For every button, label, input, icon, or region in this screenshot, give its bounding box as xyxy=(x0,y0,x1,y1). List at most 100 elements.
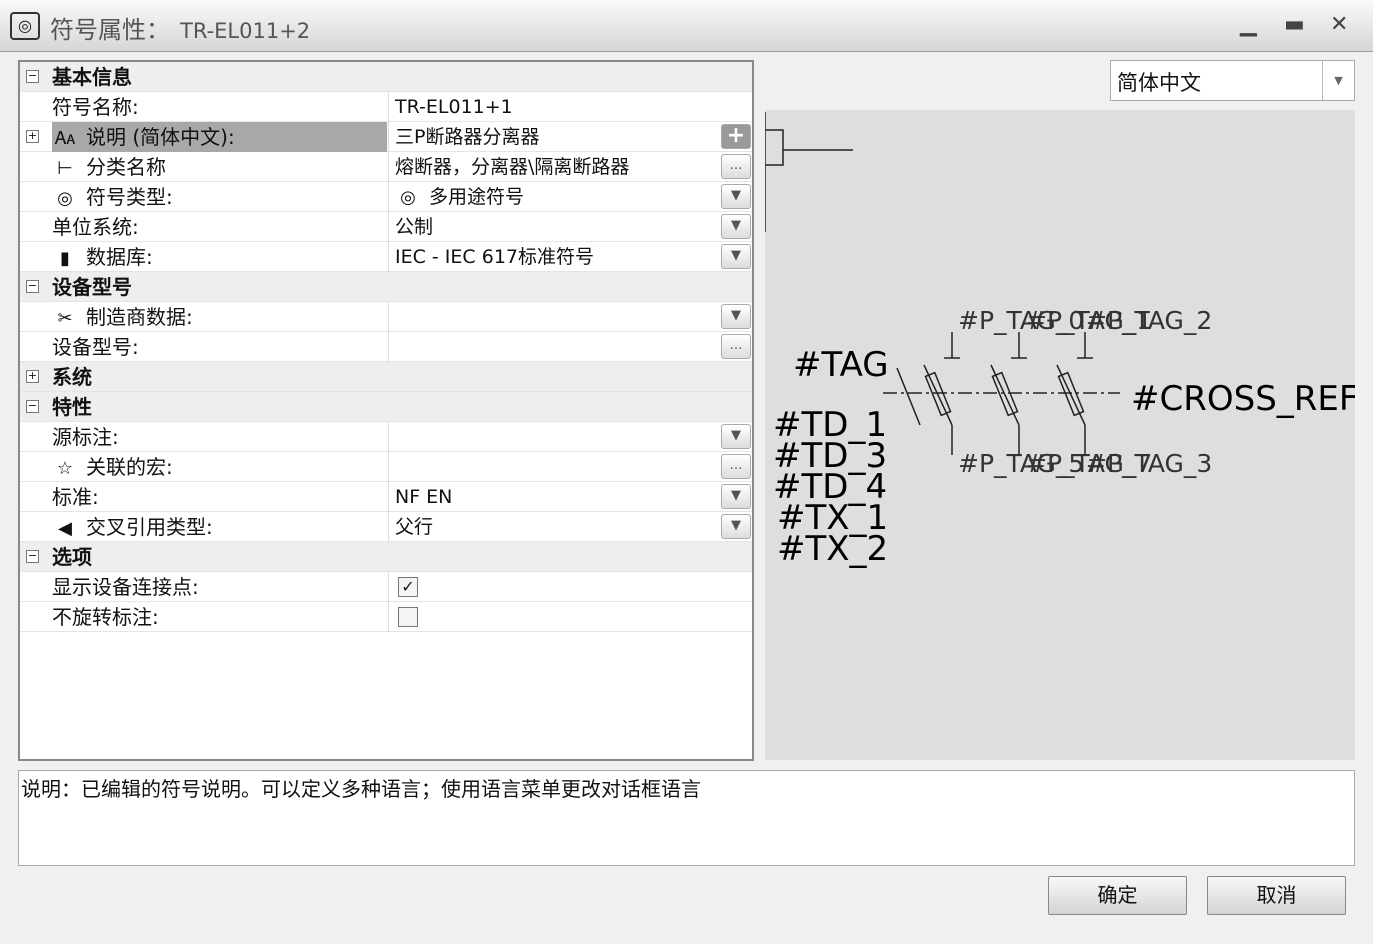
section-header[interactable]: − 特性 xyxy=(20,392,752,422)
property-label-text: 分类名称 xyxy=(86,155,166,179)
property-row[interactable]: ▮ 数据库: IEC - IEC 617标准符号 ▼ xyxy=(20,242,752,272)
property-label: 显示设备连接点: xyxy=(52,572,387,602)
property-label-text: 符号名称: xyxy=(52,95,139,119)
property-label: 标准: xyxy=(52,482,387,512)
maximize-button[interactable]: ▬ xyxy=(1284,12,1305,37)
property-value xyxy=(388,602,720,632)
property-value[interactable] xyxy=(388,302,720,332)
language-value: 简体中文 xyxy=(1117,71,1201,95)
chevron-down-icon[interactable]: ▼ xyxy=(1322,61,1354,100)
property-label-text: 不旋转标注: xyxy=(52,605,159,629)
collapse-icon[interactable]: − xyxy=(26,550,39,563)
tx-label: #TX_2 xyxy=(777,529,888,569)
property-value[interactable]: NF EN xyxy=(388,482,720,512)
property-label-text: 数据库: xyxy=(86,245,153,269)
ellipsis-button[interactable]: … xyxy=(721,154,751,179)
property-value[interactable]: 公制 xyxy=(388,212,720,242)
dropdown-button[interactable]: ▼ xyxy=(721,304,751,329)
dropdown-button[interactable]: ▼ xyxy=(721,244,751,269)
property-label-text: 交叉引用类型: xyxy=(86,515,213,539)
property-row[interactable]: 设备型号: … xyxy=(20,332,752,362)
symbol-icon: ◎ xyxy=(57,188,73,209)
close-button[interactable]: ✕ xyxy=(1330,12,1348,37)
symbol-preview: #TAG #CROSS_REF #P_TAG_0 #P_TAG_1 #P_TAG… xyxy=(764,110,1358,760)
minimize-button[interactable]: ▁ xyxy=(1240,12,1257,37)
property-label: ◀ 交叉引用类型: xyxy=(52,512,387,542)
tag-label: #TAG xyxy=(793,345,889,385)
property-label: 不旋转标注: xyxy=(52,602,387,632)
add-button[interactable]: + xyxy=(721,124,751,149)
property-value[interactable]: 熔断器，分离器\隔离断路器 xyxy=(388,152,720,182)
checkbox[interactable]: ✓ xyxy=(398,577,418,597)
symbol-icon: ◎ xyxy=(10,12,40,40)
property-label-text: 制造商数据: xyxy=(86,305,193,329)
property-row[interactable]: ◀ 交叉引用类型: 父行 ▼ xyxy=(20,512,752,542)
section-label: 选项 xyxy=(52,545,92,569)
property-row[interactable]: 符号名称: TR-EL011+1 xyxy=(20,92,752,122)
property-row[interactable]: 不旋转标注: xyxy=(20,602,752,632)
property-label: ◎ 符号类型: xyxy=(52,182,387,212)
collapse-icon[interactable]: − xyxy=(26,400,39,413)
collapse-icon[interactable]: − xyxy=(26,280,39,293)
property-value[interactable] xyxy=(388,332,720,362)
ok-button[interactable]: 确定 xyxy=(1048,876,1187,915)
property-value-text: NF EN xyxy=(395,486,453,508)
property-row[interactable]: ⊢ 分类名称 熔断器，分离器\隔离断路器… xyxy=(20,152,752,182)
property-label: ⊢ 分类名称 xyxy=(52,152,387,182)
cancel-button[interactable]: 取消 xyxy=(1207,876,1346,915)
property-row[interactable]: ☆ 关联的宏:… xyxy=(20,452,752,482)
property-row[interactable]: 标准: NF EN ▼ xyxy=(20,482,752,512)
property-row[interactable]: + 🗛 说明 (简体中文): 三P断路器分离器 + xyxy=(20,122,752,152)
property-label: 🗛 说明 (简体中文): xyxy=(52,122,387,152)
title-bar: ◎ 符号属性： TR-EL011+2 ▁ ▬ ✕ xyxy=(0,0,1373,52)
dropdown-button[interactable]: ▼ xyxy=(721,424,751,449)
cross-ref-label: #CROSS_REF xyxy=(1131,379,1355,419)
collapse-icon[interactable]: − xyxy=(26,70,39,83)
property-label-text: 设备型号: xyxy=(52,335,139,359)
property-value[interactable] xyxy=(388,422,720,452)
property-label-text: 关联的宏: xyxy=(86,455,173,479)
section-header[interactable]: − 选项 xyxy=(20,542,752,572)
property-label-text: 源标注: xyxy=(52,425,119,449)
section-label: 设备型号 xyxy=(52,275,132,299)
language-select[interactable]: 简体中文 ▼ xyxy=(1110,60,1355,101)
dropdown-button[interactable]: ▼ xyxy=(721,514,751,539)
ellipsis-button[interactable]: … xyxy=(721,454,751,479)
property-value-text: 多用途符号 xyxy=(429,186,525,208)
property-label-text: 符号类型: xyxy=(86,185,173,209)
property-label: 设备型号: xyxy=(52,332,387,362)
property-value xyxy=(388,572,720,602)
property-value[interactable] xyxy=(388,452,720,482)
symbol-id: TR-EL011+2 xyxy=(180,19,311,43)
switch-blade xyxy=(896,367,921,426)
property-value-text: 公制 xyxy=(395,216,434,238)
section-header[interactable]: − 基本信息 xyxy=(20,62,752,92)
property-value[interactable]: 父行 xyxy=(388,512,720,542)
dropdown-button[interactable]: ▼ xyxy=(721,214,751,239)
property-row[interactable]: ◎ 符号类型: ◎ 多用途符号 ▼ xyxy=(20,182,752,212)
dropdown-button[interactable]: ▼ xyxy=(721,184,751,209)
tools-icon: ✂ xyxy=(57,308,73,329)
property-grid: − 基本信息符号名称: TR-EL011+1 + 🗛 说明 (简体中文): 三P断路器分离器… xyxy=(18,60,754,761)
property-value[interactable]: ◎ 多用途符号 xyxy=(388,182,720,212)
dropdown-button[interactable]: ▼ xyxy=(721,484,751,509)
ellipsis-button[interactable]: … xyxy=(721,334,751,359)
section-header[interactable]: − 设备型号 xyxy=(20,272,752,302)
property-row[interactable]: ✂ 制造商数据: ▼ xyxy=(20,302,752,332)
property-row[interactable]: 显示设备连接点: ✓ xyxy=(20,572,752,602)
property-row[interactable]: 源标注: ▼ xyxy=(20,422,752,452)
property-value-text: 父行 xyxy=(395,516,434,538)
expand-icon[interactable]: + xyxy=(26,370,39,383)
expand-icon[interactable]: + xyxy=(26,130,39,143)
property-value[interactable]: TR-EL011+1 xyxy=(388,92,720,122)
property-row[interactable]: 单位系统: 公制 ▼ xyxy=(20,212,752,242)
cross-ref-icon: ◀ xyxy=(58,518,72,539)
database-icon: ▮ xyxy=(60,248,70,269)
section-header[interactable]: + 系统 xyxy=(20,362,752,392)
bottom-label: #P_TAG_3 xyxy=(1086,449,1212,478)
property-value[interactable]: IEC - IEC 617标准符号 xyxy=(388,242,720,272)
property-label-text: 单位系统: xyxy=(52,215,139,239)
property-value[interactable]: 三P断路器分离器 xyxy=(388,122,720,152)
property-value-text: TR-EL011+1 xyxy=(395,96,513,118)
checkbox[interactable] xyxy=(398,607,418,627)
